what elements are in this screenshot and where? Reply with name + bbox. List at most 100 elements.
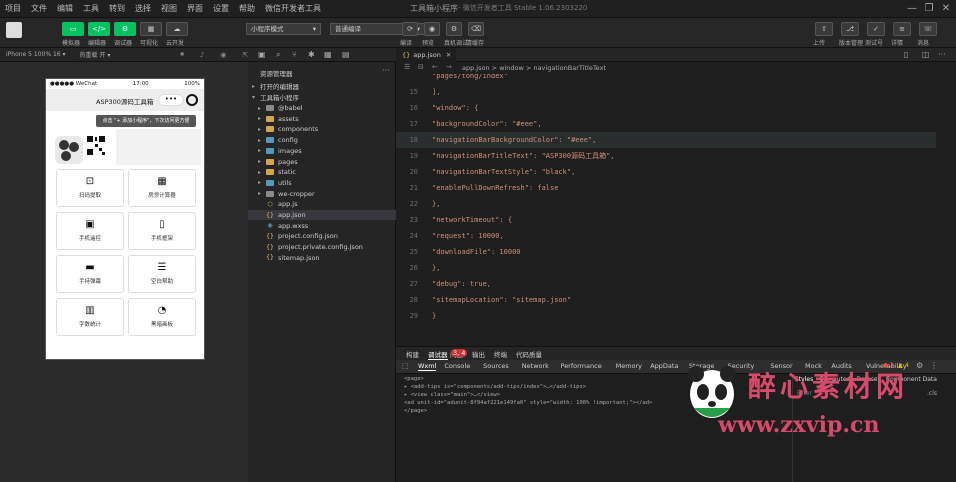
devtools-tab[interactable]: Console <box>444 362 470 370</box>
breadcrumb-item[interactable]: app.json <box>462 64 490 72</box>
menu-item[interactable]: 设置 <box>208 3 234 14</box>
devtools-tab[interactable]: Performance <box>561 362 602 370</box>
devtools-tab[interactable]: Wxml <box>418 362 437 371</box>
tree-item[interactable]: {} app.json <box>248 210 396 220</box>
toolbar-right-icon[interactable]: ☏ <box>919 22 937 36</box>
debug-icon[interactable]: ⚙ <box>114 22 136 36</box>
bookmark-icon[interactable]: ☰ <box>404 63 410 71</box>
stop-icon[interactable]: ⏹ <box>180 50 184 59</box>
wxml-node[interactable]: <ad unit-id="adunit-8f94af221e149fa0" st… <box>404 400 652 406</box>
tree-item[interactable]: ▸ images <box>248 146 396 156</box>
tool-card[interactable]: ☰ 空白帮助 <box>128 255 196 293</box>
section-open-editors[interactable]: ▸ 打开的编辑器 <box>248 81 396 92</box>
close-miniapp-icon[interactable] <box>186 94 198 106</box>
tree-item[interactable]: ▸ assets <box>248 114 396 124</box>
tool-card[interactable]: ▯ 手机框架 <box>128 212 196 250</box>
menu-item[interactable]: 工具 <box>78 3 104 14</box>
menu-item[interactable]: 视图 <box>156 3 182 14</box>
tool-card[interactable]: ⊡ 扫码提取 <box>56 169 124 207</box>
wxml-node[interactable]: </page> <box>404 408 427 414</box>
grid-icon[interactable]: ▦ <box>140 22 162 36</box>
menu-item[interactable]: 转到 <box>104 3 130 14</box>
mode-select[interactable]: 小程序模式 ▾ <box>246 23 321 35</box>
devtools-top-tab[interactable]: 调试器 <box>428 349 448 360</box>
close-button[interactable]: ✕ <box>939 3 953 15</box>
tree-item[interactable]: {} project.private.config.json <box>248 242 396 252</box>
toolbar-right-icon[interactable]: ⎇ <box>841 22 859 36</box>
toolbar-action-icon[interactable]: ⟳ <box>402 22 418 36</box>
menu-item[interactable]: 编辑 <box>52 3 78 14</box>
devtools-tab[interactable]: Sources <box>483 362 509 370</box>
tool-card[interactable]: ▥ 字数统计 <box>56 298 124 336</box>
toolbar-action-icon[interactable]: ⚙ <box>446 22 462 36</box>
menu-item[interactable]: 微信开发者工具 <box>260 3 326 14</box>
cloud-icon[interactable]: ☁ <box>166 22 188 36</box>
tool-card[interactable]: ◔ 黑暗画板 <box>128 298 196 336</box>
tool-card[interactable]: ▬ 手持弹幕 <box>56 255 124 293</box>
toolbar-action-icon[interactable]: ◉ <box>424 22 440 36</box>
tree-item[interactable]: ▸ pages <box>248 157 396 167</box>
devtools-top-tab[interactable]: 构建 <box>406 349 419 359</box>
toolbar-right-icon[interactable]: ✓ <box>867 22 885 36</box>
tree-item[interactable]: ◉ app.wxss <box>248 221 396 231</box>
maximize-button[interactable]: ❐ <box>922 3 936 15</box>
devtools-tab[interactable]: Network <box>522 362 549 370</box>
menu-item[interactable]: 界面 <box>182 3 208 14</box>
toolbar-action-icon[interactable]: ⌫ <box>468 22 484 36</box>
search-icon[interactable]: ⌕ <box>276 50 280 60</box>
wxml-node[interactable]: ▸ <view class="main">…</view> <box>404 392 500 398</box>
toolbar-right-icon[interactable]: ≡ <box>893 22 911 36</box>
wxml-node[interactable]: ▸ <add-tips is="components/add-tips/inde… <box>404 384 586 390</box>
more-icon[interactable]: ··· <box>382 66 390 75</box>
tool-card[interactable]: ▦ 房贷计算器 <box>128 169 196 207</box>
minimize-button[interactable]: — <box>905 3 919 15</box>
tab-app-json[interactable]: {} app.json ✕ <box>396 48 456 62</box>
record-icon[interactable]: ◉ <box>220 51 226 59</box>
debug-icon[interactable]: ✱ <box>308 50 315 59</box>
layout-icon[interactable]: ▤ <box>342 50 350 59</box>
settings-icon[interactable]: ⚙ <box>916 361 923 370</box>
tree-item[interactable]: ▸ we-cropper <box>248 189 396 199</box>
section-project[interactable]: ▾ 工具箱小程序 <box>248 92 396 103</box>
devtools-tab[interactable]: AppData <box>650 362 678 370</box>
editor-more-icon[interactable]: ··· <box>938 50 946 59</box>
breadcrumb-item[interactable]: navigationBarTitleText <box>533 64 606 72</box>
close-tab-icon[interactable]: ✕ <box>446 51 451 59</box>
tree-item[interactable]: {} project.config.json <box>248 231 396 241</box>
devtools-top-tab[interactable]: 终端 <box>494 349 507 359</box>
code-editor[interactable]: "pages/tong/index" 15], 16 "window": {17 "b… <box>396 74 956 346</box>
toolbar-right-icon[interactable]: ⇧ <box>815 22 833 36</box>
menu-item[interactable]: 项目 <box>0 3 26 14</box>
cls-toggle[interactable]: .cls <box>927 390 937 397</box>
tree-item[interactable]: ▸ @babel <box>248 103 396 113</box>
breadcrumb-item[interactable]: window <box>499 64 524 72</box>
tree-item[interactable]: ▸ config <box>248 135 396 145</box>
menu-item[interactable]: 选择 <box>130 3 156 14</box>
devtools-tab[interactable]: Memory <box>616 362 642 370</box>
volume-icon[interactable]: ♪ <box>200 51 204 59</box>
avatar[interactable] <box>6 22 22 38</box>
wxml-node[interactable]: <page> <box>404 376 424 382</box>
phone-icon[interactable]: ▭ <box>62 22 84 36</box>
files-icon[interactable]: ▣ <box>258 50 266 59</box>
bookmark2-icon[interactable]: ⊟ <box>418 63 424 71</box>
more-menu-icon[interactable]: ••• <box>158 94 184 106</box>
hotreload-select[interactable]: 热重载 开 ▾ <box>80 50 111 59</box>
split-editor-icon[interactable]: ▯ <box>904 50 908 59</box>
menu-item[interactable]: 帮助 <box>234 3 260 14</box>
tree-item[interactable]: ▸ utils <box>248 178 396 188</box>
code-icon[interactable]: </> <box>88 22 110 36</box>
devtools-top-tab[interactable]: 输出 <box>472 349 485 359</box>
tree-item[interactable]: ▸ static <box>248 167 396 177</box>
devtools-top-tab[interactable]: 代码质量 <box>516 349 542 359</box>
back-icon[interactable]: ← <box>432 63 438 71</box>
forward-icon[interactable]: → <box>446 63 452 71</box>
menu-item[interactable]: 文件 <box>26 3 52 14</box>
add-tip[interactable]: 点击 "+ 添加小程序"，下次访问更方便 <box>96 115 196 127</box>
device-select[interactable]: iPhone 5 100% 16 ▾ <box>6 51 66 58</box>
git-icon[interactable]: ⑂ <box>292 50 297 59</box>
tree-item[interactable]: ⬡ app.js <box>248 199 396 209</box>
tree-item[interactable]: ▸ components <box>248 124 396 134</box>
tool-card[interactable]: ▣ 手机遥控 <box>56 212 124 250</box>
extensions-icon[interactable]: ▦ <box>324 50 332 59</box>
